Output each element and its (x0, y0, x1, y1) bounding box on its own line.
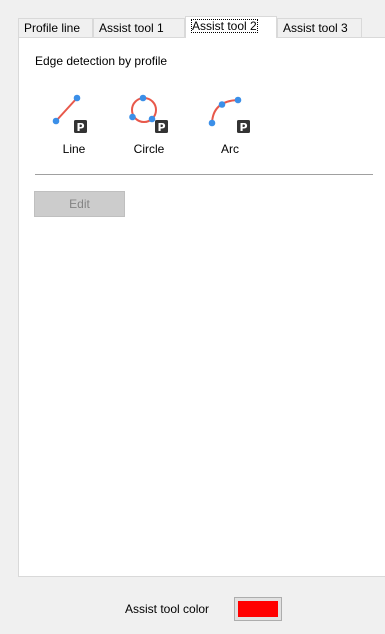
tab-label: Assist tool 1 (99, 21, 164, 35)
profile-circle-icon: P (129, 94, 168, 134)
profile-line-icon: P (52, 94, 87, 134)
tool-line-label: Line (62, 142, 86, 156)
tab-strip: Profile line Assist tool 1 Assist tool 2… (18, 16, 385, 38)
assist-tool-color-label: Assist tool color (125, 602, 210, 616)
footer-bar: Assist tool color (0, 577, 385, 634)
svg-text:P: P (76, 121, 84, 134)
tab-assist-tool-2[interactable]: Assist tool 2 (185, 16, 277, 38)
tool-arc-button[interactable]: P Arc (205, 94, 255, 156)
svg-text:P: P (157, 121, 165, 134)
tab-label: Assist tool 2 (191, 19, 258, 33)
svg-text:P: P (239, 121, 247, 134)
tool-circle-label: Circle (133, 142, 165, 156)
tool-circle-button[interactable]: P Circle (124, 94, 174, 156)
tab-assist-tool-3[interactable]: Assist tool 3 (277, 18, 362, 37)
tab-profile-line[interactable]: Profile line (18, 18, 93, 37)
tool-arc-label: Arc (221, 142, 239, 156)
separator (35, 174, 373, 175)
assist-tool-color-button[interactable] (234, 597, 282, 621)
tab-label: Assist tool 3 (283, 21, 348, 35)
color-swatch (238, 601, 278, 617)
tab-assist-tool-1[interactable]: Assist tool 1 (93, 18, 185, 37)
tab-label: Profile line (24, 21, 81, 35)
profile-arc-icon: P (208, 96, 250, 134)
section-heading: Edge detection by profile (35, 54, 168, 68)
tab-panel: Edge detection by profile P Line P Circl… (18, 37, 385, 577)
edit-button[interactable]: Edit (34, 191, 125, 217)
tool-line-button[interactable]: P Line (49, 94, 99, 156)
